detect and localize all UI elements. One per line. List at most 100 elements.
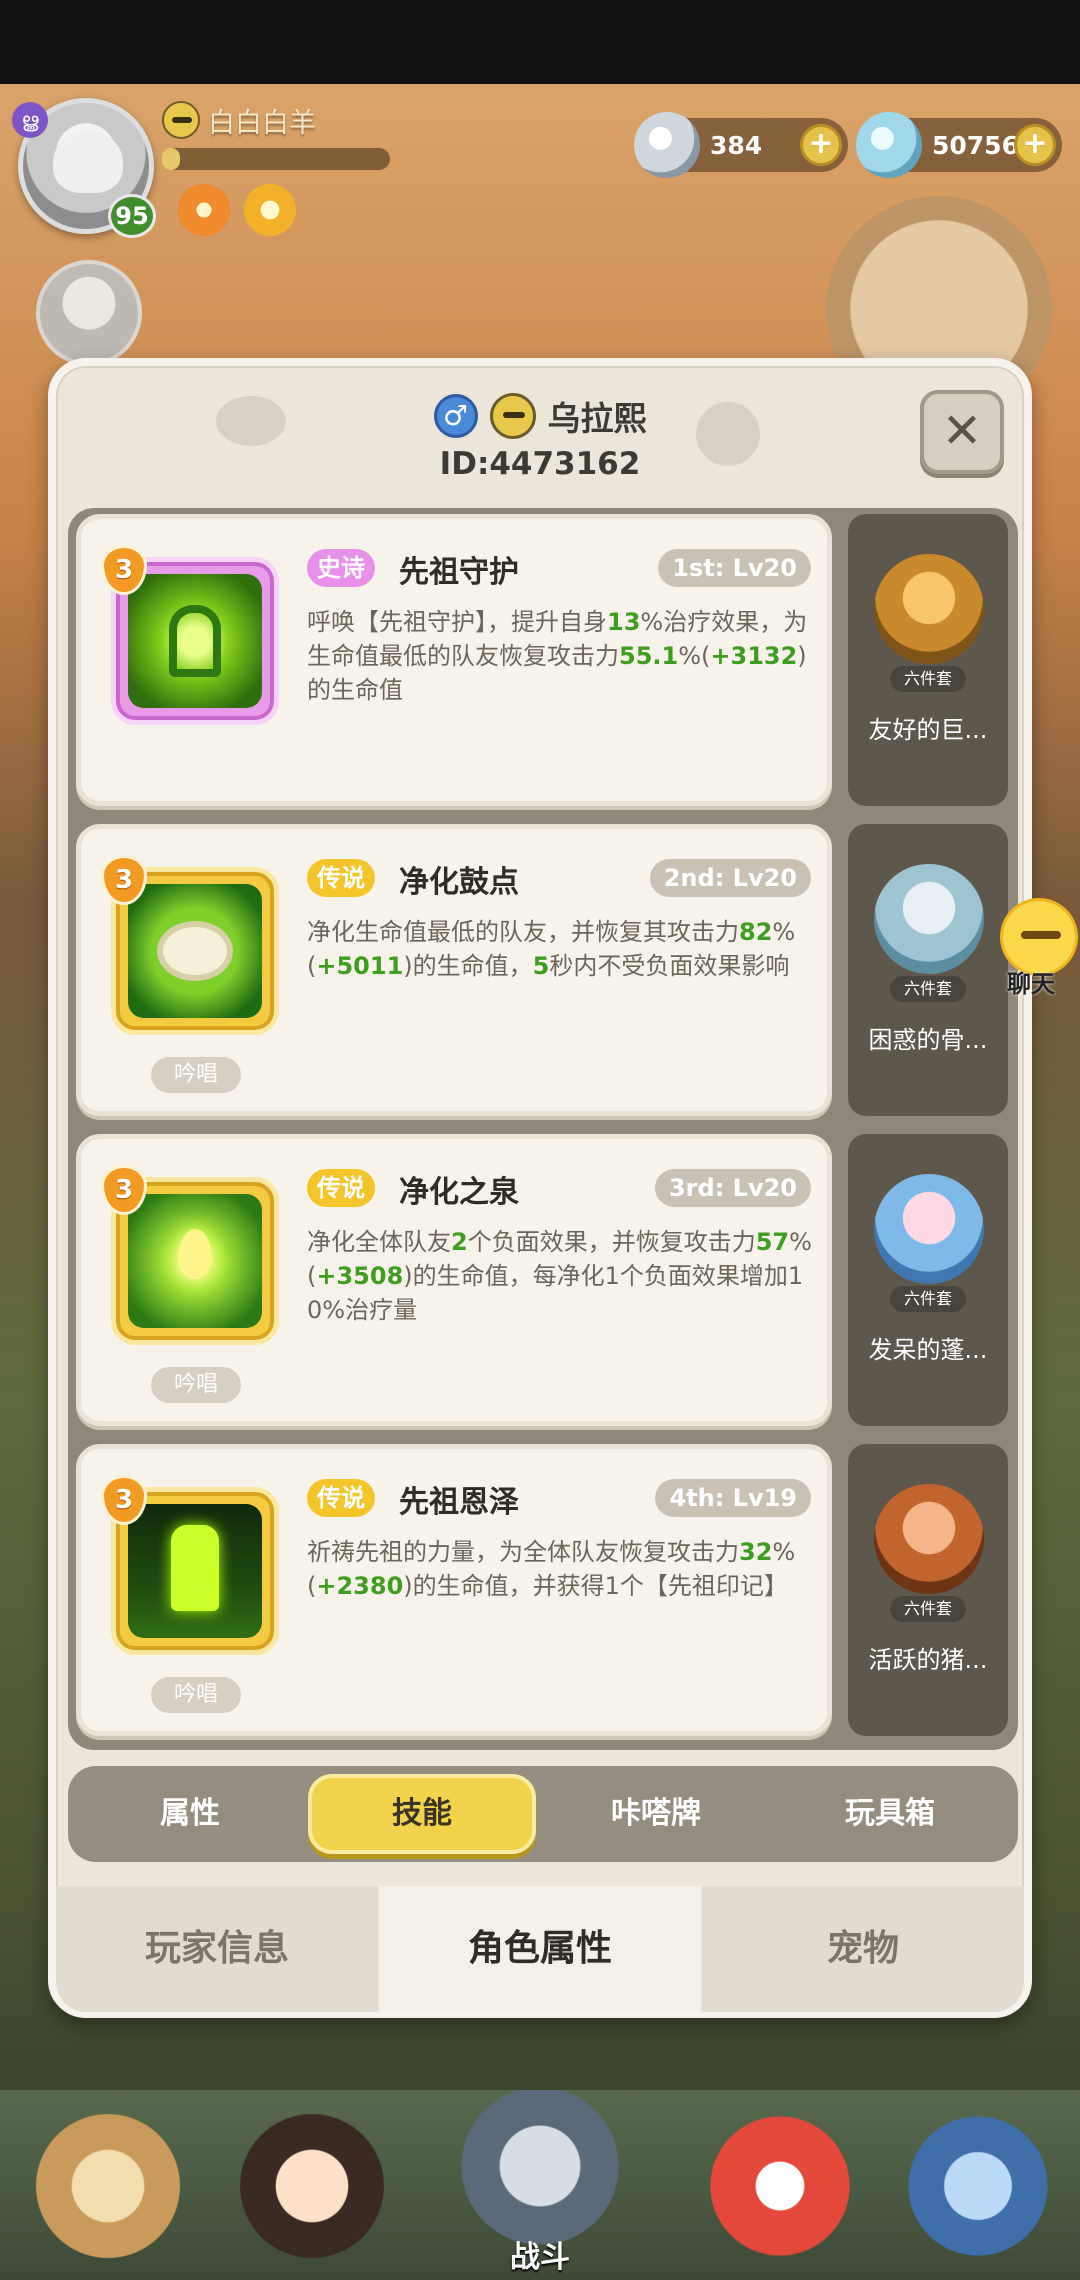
tab-cards[interactable]: 咔嗒牌 (542, 1774, 770, 1854)
set-tag: 六件套 (890, 666, 966, 692)
skill-card[interactable]: 3 史诗 先祖守护 1st: Lv20 呼唤【先祖守护】，提升自身13%治疗效果… (76, 514, 832, 806)
secondary-avatar[interactable] (36, 260, 142, 366)
tab-pets[interactable]: 宠物 (702, 1886, 1024, 2012)
set-name: 活跃的猪... (868, 1646, 988, 1674)
water-drop-icon (178, 1229, 212, 1279)
skill-value: +5011 (316, 952, 404, 980)
player-name: 白白白羊 (208, 107, 316, 139)
set-figure-icon (874, 864, 984, 974)
blue-gem-icon (856, 112, 922, 178)
spirit-figure-icon (171, 1525, 219, 1611)
gear-set-card[interactable]: 六件套 发呆的蓬... (848, 1134, 1008, 1426)
rarity-badge: 史诗 (307, 549, 375, 587)
skill-description: 净化全体队友2个负面效果，并恢复攻击力57%(+3508)的生命值，每净化1个负… (307, 1225, 817, 1327)
set-name: 友好的巨... (868, 716, 988, 744)
skill-card[interactable]: 3 传说 净化鼓点 2nd: Lv20 净化生命值最低的队友，并恢复其攻击力82… (76, 824, 832, 1116)
currency-gem: 507567 + (856, 112, 1062, 178)
skill-value: +3508 (316, 1262, 404, 1290)
face-icon (162, 101, 200, 139)
skill-level: 4th: Lv19 (655, 1479, 811, 1517)
character-panel: ♂ 乌拉熙 ID:4473162 ✕ 3 史诗 先祖守护 1st: Lv20 呼… (48, 358, 1032, 2018)
buff-icon[interactable] (244, 184, 296, 236)
chat-label[interactable]: 聊天 (986, 964, 1076, 999)
chant-tag: 吟唱 (151, 1057, 241, 1093)
skill-value: 32 (739, 1538, 773, 1566)
gear-set-card[interactable]: 六件套 困惑的骨... (848, 824, 1008, 1116)
skill-name: 净化之泉 (399, 1175, 519, 1210)
skill-text: %( (678, 642, 711, 670)
set-tag: 六件套 (890, 1596, 966, 1622)
skill-text: 净化生命值最低的队友，并恢复其攻击力 (307, 918, 739, 946)
skill-value: +3132 (710, 642, 798, 670)
nav-battle-label: 战斗 (510, 2240, 570, 2275)
character-name: 乌拉熙 (547, 399, 647, 438)
skill-value: +2380 (316, 1572, 404, 1600)
skill-card[interactable]: 3 传说 先祖恩泽 4th: Lv19 祈祷先祖的力量，为全体队友恢复攻击力32… (76, 1444, 832, 1736)
set-name: 发呆的蓬... (868, 1336, 988, 1364)
panel-bottom-tabs: 玩家信息 角色属性 宠物 (56, 1886, 1024, 2012)
exp-fill (162, 148, 181, 170)
set-tag: 六件套 (890, 1286, 966, 1312)
rarity-badge: 传说 (307, 1169, 375, 1207)
skill-name: 先祖恩泽 (399, 1485, 519, 1520)
skill-description: 呼唤【先祖守护】，提升自身13%治疗效果，为生命值最低的队友恢复攻击力55.1%… (307, 605, 817, 707)
player-level-badge: 95 (108, 194, 156, 238)
rarity-badge: 传说 (307, 859, 375, 897)
skill-level: 2nd: Lv20 (649, 859, 811, 897)
skill-text: 呼唤【先祖守护】，提升自身 (307, 608, 607, 636)
nav-camp-icon[interactable] (28, 2114, 188, 2274)
add-currency-button[interactable]: + (1014, 124, 1056, 166)
nav-pet-icon[interactable] (700, 2114, 860, 2274)
skill-value: 2 (451, 1228, 468, 1256)
set-name: 困惑的骨... (868, 1026, 988, 1054)
tab-toybox[interactable]: 玩具箱 (776, 1774, 1004, 1854)
face-icon (489, 393, 536, 439)
skill-card[interactable]: 3 传说 净化之泉 3rd: Lv20 净化全体队友2个负面效果，并恢复攻击力5… (76, 1134, 832, 1426)
skill-level: 1st: Lv20 (658, 549, 811, 587)
skill-description: 祈祷先祖的力量，为全体队友恢复攻击力32%(+2380)的生命值，并获得1个【先… (307, 1535, 817, 1603)
skill-text: 个负面效果，并恢复攻击力 (467, 1228, 756, 1256)
skill-level: 3rd: Lv20 (654, 1169, 811, 1207)
tab-attributes[interactable]: 属性 (76, 1774, 304, 1854)
rarity-badge: 传说 (307, 1479, 375, 1517)
gear-set-card[interactable]: 六件套 友好的巨... (848, 514, 1008, 806)
drum-icon (157, 921, 233, 981)
skill-value: 57 (755, 1228, 790, 1256)
silver-shell-icon (634, 112, 700, 178)
currency-shell: 384 + (634, 112, 848, 178)
tab-player-info[interactable]: 玩家信息 (56, 1886, 378, 2012)
skill-text: )的生命值，并获得1个【先祖印记】 (403, 1572, 788, 1600)
nav-shop-icon[interactable] (898, 2114, 1058, 2274)
skill-text: 净化全体队友 (307, 1228, 451, 1256)
tab-skills[interactable]: 技能 (308, 1774, 536, 1854)
skill-name: 净化鼓点 (399, 865, 519, 900)
nav-hero-icon[interactable] (232, 2114, 392, 2274)
panel-title: ♂ 乌拉熙 (56, 388, 1024, 444)
buff-icon[interactable] (178, 184, 230, 236)
skill-text: 祈祷先祖的力量，为全体队友恢复攻击力 (307, 1538, 739, 1566)
swirl-icon: ൠ (12, 102, 48, 138)
set-figure-icon (874, 1484, 984, 1594)
set-tag: 六件套 (890, 976, 966, 1002)
skill-list[interactable]: 3 史诗 先祖守护 1st: Lv20 呼唤【先祖守护】，提升自身13%治疗效果… (68, 508, 1018, 1750)
top-hud: ൠ 95 白白白羊 384 + 507567 + (0, 84, 1080, 422)
character-id: ID:4473162 (439, 446, 641, 482)
player-name-row: 白白白羊 (162, 100, 316, 140)
male-icon: ♂ (433, 394, 478, 438)
status-bar (0, 0, 1080, 84)
skill-value: 55.1 (619, 642, 679, 670)
skill-value: 13 (607, 608, 641, 636)
close-button[interactable]: ✕ (920, 390, 1004, 474)
set-figure-icon (874, 554, 984, 664)
currency-value: 384 (710, 130, 763, 160)
chant-tag: 吟唱 (151, 1367, 241, 1403)
skill-text: 秒内不受负面效果影响 (549, 952, 790, 980)
skill-name: 先祖守护 (399, 555, 519, 590)
gear-set-card[interactable]: 六件套 活跃的猪... (848, 1444, 1008, 1736)
tab-character-attributes[interactable]: 角色属性 (379, 1886, 701, 2012)
detail-tab-bar: 属性 技能 咔嗒牌 玩具箱 (68, 1766, 1018, 1862)
set-figure-icon (874, 1174, 984, 1284)
add-currency-button[interactable]: + (800, 124, 842, 166)
skill-value: 5 (532, 952, 550, 980)
skill-description: 净化生命值最低的队友，并恢复其攻击力82%(+5011)的生命值，5秒内不受负面… (307, 915, 817, 983)
